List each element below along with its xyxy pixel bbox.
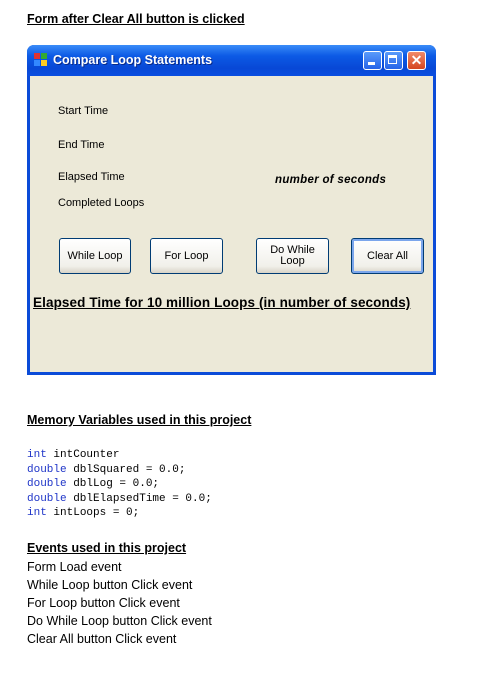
variable-line: double dblElapsedTime = 0.0; <box>27 492 212 505</box>
app-window: Compare Loop Statements ✕ Start Time End… <box>27 45 436 375</box>
event-item: While Loop button Click event <box>27 578 193 592</box>
close-button[interactable]: ✕ <box>407 51 426 70</box>
start-time-label: Start Time <box>58 105 109 117</box>
elapsed-caption: Elapsed Time for 10 million Loops (in nu… <box>33 295 411 310</box>
completed-loops-label: Completed Loops <box>58 197 145 209</box>
title-bar[interactable]: Compare Loop Statements ✕ <box>27 45 436 76</box>
form-client-area: Start Time End Time Elapsed Time Complet… <box>30 76 433 372</box>
variable-line: double dblLog = 0.0; <box>27 478 160 490</box>
for-loop-button[interactable]: For Loop <box>150 238 223 274</box>
memory-heading: Memory Variables used in this project <box>27 413 252 427</box>
do-while-label-line2: Loop <box>280 255 305 267</box>
close-icon: ✕ <box>410 52 423 68</box>
seconds-display: number of seconds <box>275 174 387 186</box>
event-item: Clear All button Click event <box>27 632 177 646</box>
clear-all-button[interactable]: Clear All <box>351 238 424 274</box>
window-title: Compare Loop Statements <box>53 53 213 67</box>
maximize-button[interactable] <box>384 51 403 70</box>
event-item: Do While Loop button Click event <box>27 614 212 628</box>
end-time-label: End Time <box>58 139 105 151</box>
variable-line: double dblSquared = 0.0; <box>27 463 186 476</box>
event-item: Form Load event <box>27 560 122 574</box>
event-list: Form Load event While Loop button Click … <box>27 558 212 648</box>
variable-list: int intCounter double dblSquared = 0.0; do… <box>27 448 212 521</box>
app-icon <box>34 53 47 66</box>
event-item: For Loop button Click event <box>27 596 180 610</box>
form-heading: Form after Clear All button is clicked <box>27 12 245 26</box>
variable-line: int intLoops = 0; <box>27 507 140 519</box>
do-while-loop-button[interactable]: Do While Loop <box>256 238 329 274</box>
minimize-button[interactable] <box>363 51 382 70</box>
variable-line: int intCounter <box>27 449 120 461</box>
events-heading: Events used in this project <box>27 541 187 555</box>
while-loop-button[interactable]: While Loop <box>59 238 131 274</box>
elapsed-time-label: Elapsed Time <box>58 171 125 183</box>
